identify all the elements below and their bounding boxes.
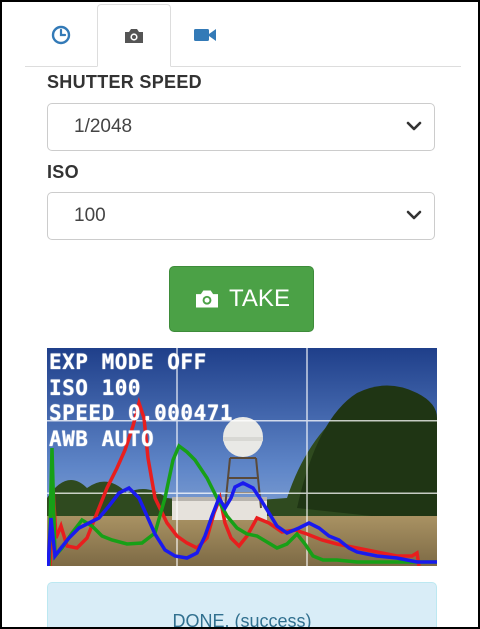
app-frame: SHUTTER SPEED 1/2048 ISO 100 TAKE EXP MO…	[0, 0, 480, 629]
camera-icon	[196, 290, 219, 308]
camera-preview: EXP MODE OFF ISO 100 SPEED 0.000471 AWB …	[47, 348, 437, 566]
tab-video[interactable]	[169, 4, 241, 66]
overlay-speed: SPEED 0.000471	[49, 401, 234, 425]
clock-icon	[51, 25, 71, 45]
tab-timelapse[interactable]	[25, 4, 97, 66]
chevron-down-icon	[406, 121, 422, 131]
tab-photo[interactable]	[97, 4, 171, 67]
take-button[interactable]: TAKE	[169, 266, 314, 332]
overlay-exposure-mode: EXP MODE OFF	[49, 350, 207, 374]
camera-icon	[125, 28, 143, 43]
status-text: DONE. (success)	[172, 611, 312, 629]
overlay-iso: ISO 100	[49, 375, 142, 400]
shutter-speed-value: 1/2048	[74, 116, 133, 137]
iso-value: 100	[74, 205, 106, 226]
shutter-speed-label: SHUTTER SPEED	[47, 72, 202, 92]
preview-overlay: EXP MODE OFF ISO 100 SPEED 0.000471 AWB …	[49, 350, 233, 452]
video-camera-icon	[194, 29, 216, 41]
chevron-down-icon	[406, 210, 422, 220]
status-alert: DONE. (success)	[47, 582, 437, 629]
overlay-awb: AWB AUTO	[49, 426, 155, 451]
take-button-label: TAKE	[229, 285, 290, 312]
shutter-speed-select[interactable]: 1/2048	[47, 103, 435, 151]
iso-select[interactable]: 100	[47, 192, 435, 240]
mode-tabs	[25, 2, 461, 67]
iso-label: ISO	[47, 162, 79, 182]
